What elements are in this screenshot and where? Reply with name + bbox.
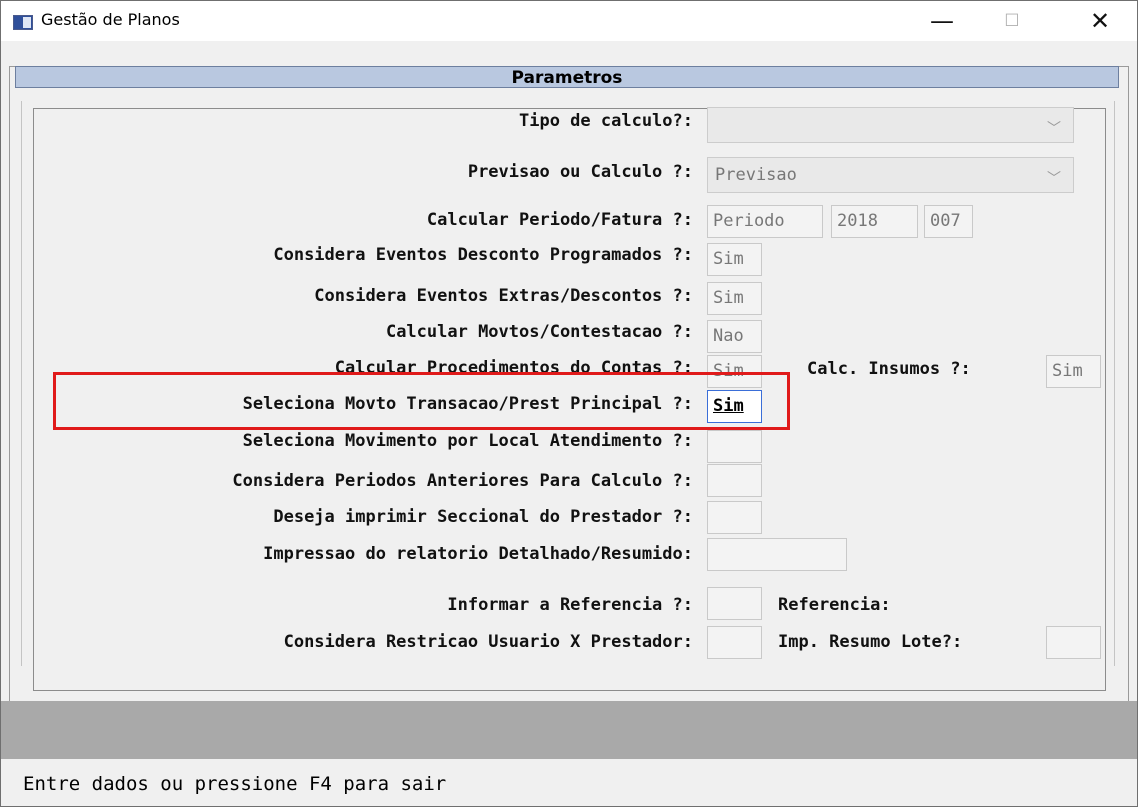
client-area: Parametros Tipo de calculo?: ﹀ Previsao … — [1, 41, 1137, 805]
calcular-movtos-field[interactable]: Nao — [707, 320, 762, 353]
referencia-label: Referencia: — [778, 595, 891, 615]
imprimir-seccional-field[interactable] — [707, 501, 762, 534]
status-bar: Entre dados ou pressione F4 para sair — [1, 759, 1137, 805]
tipo-calculo-label: Tipo de calculo?: — [519, 111, 693, 131]
close-button[interactable]: ✕ — [1071, 1, 1129, 41]
informar-referencia-field[interactable] — [707, 587, 762, 620]
calcular-periodo-mode-field[interactable]: Periodo — [707, 205, 823, 238]
seleciona-local-field[interactable] — [707, 430, 762, 463]
minimize-button[interactable]: — — [913, 1, 971, 41]
button-bar — [1, 701, 1137, 759]
right-divider — [1114, 101, 1115, 666]
considera-periodos-label: Considera Periodos Anteriores Para Calcu… — [232, 471, 693, 491]
window-title: Gestão de Planos — [41, 10, 180, 29]
imp-resumo-lote-label: Imp. Resumo Lote?: — [778, 632, 963, 652]
imprimir-seccional-label: Deseja imprimir Seccional do Prestador ?… — [273, 507, 693, 527]
calc-insumos-field[interactable]: Sim — [1046, 355, 1101, 388]
calcular-movtos-label: Calcular Movtos/Contestacao ?: — [385, 322, 693, 342]
seleciona-local-label: Seleciona Movimento por Local Atendiment… — [242, 431, 693, 451]
impressao-relatorio-label: Impressao do relatorio Detalhado/Resumid… — [263, 544, 693, 564]
app-icon — [13, 15, 33, 30]
considera-periodos-field[interactable] — [707, 464, 762, 497]
maximize-button[interactable]: ☐ — [983, 1, 1041, 41]
calc-insumos-label: Calc. Insumos ?: — [807, 359, 971, 379]
tipo-calculo-select[interactable]: ﹀ — [707, 107, 1074, 143]
highlight-box — [53, 372, 790, 430]
impressao-relatorio-field[interactable] — [707, 538, 847, 571]
restricao-usuario-field[interactable] — [707, 626, 762, 659]
imp-resumo-lote-field[interactable] — [1046, 626, 1101, 659]
chevron-down-icon: ﹀ — [1047, 121, 1061, 137]
calcular-periodo-year-field[interactable]: 2018 — [831, 205, 918, 238]
previsao-calculo-value: Previsao — [715, 165, 797, 185]
app-window: Gestão de Planos — ☐ ✕ Parametros Tipo d… — [0, 0, 1138, 807]
considera-extras-label: Considera Eventos Extras/Descontos ?: — [314, 286, 693, 306]
calcular-periodo-period-field[interactable]: 007 — [924, 205, 973, 238]
previsao-calculo-select[interactable]: Previsao ﹀ — [707, 157, 1074, 193]
previsao-calculo-label: Previsao ou Calculo ?: — [467, 162, 693, 182]
considera-extras-field[interactable]: Sim — [707, 282, 762, 315]
informar-referencia-label: Informar a Referencia ?: — [447, 595, 693, 615]
considera-desconto-prog-field[interactable]: Sim — [707, 243, 762, 276]
panel-header: Parametros — [15, 66, 1119, 88]
status-message: Entre dados ou pressione F4 para sair — [23, 773, 447, 795]
considera-desconto-prog-label: Considera Eventos Desconto Programados ?… — [273, 245, 693, 265]
chevron-down-icon: ﹀ — [1047, 171, 1061, 187]
left-divider — [21, 101, 22, 666]
title-bar: Gestão de Planos — ☐ ✕ — [1, 1, 1137, 41]
calcular-periodo-label: Calcular Periodo/Fatura ?: — [426, 210, 693, 230]
restricao-usuario-label: Considera Restricao Usuario X Prestador: — [283, 632, 693, 652]
